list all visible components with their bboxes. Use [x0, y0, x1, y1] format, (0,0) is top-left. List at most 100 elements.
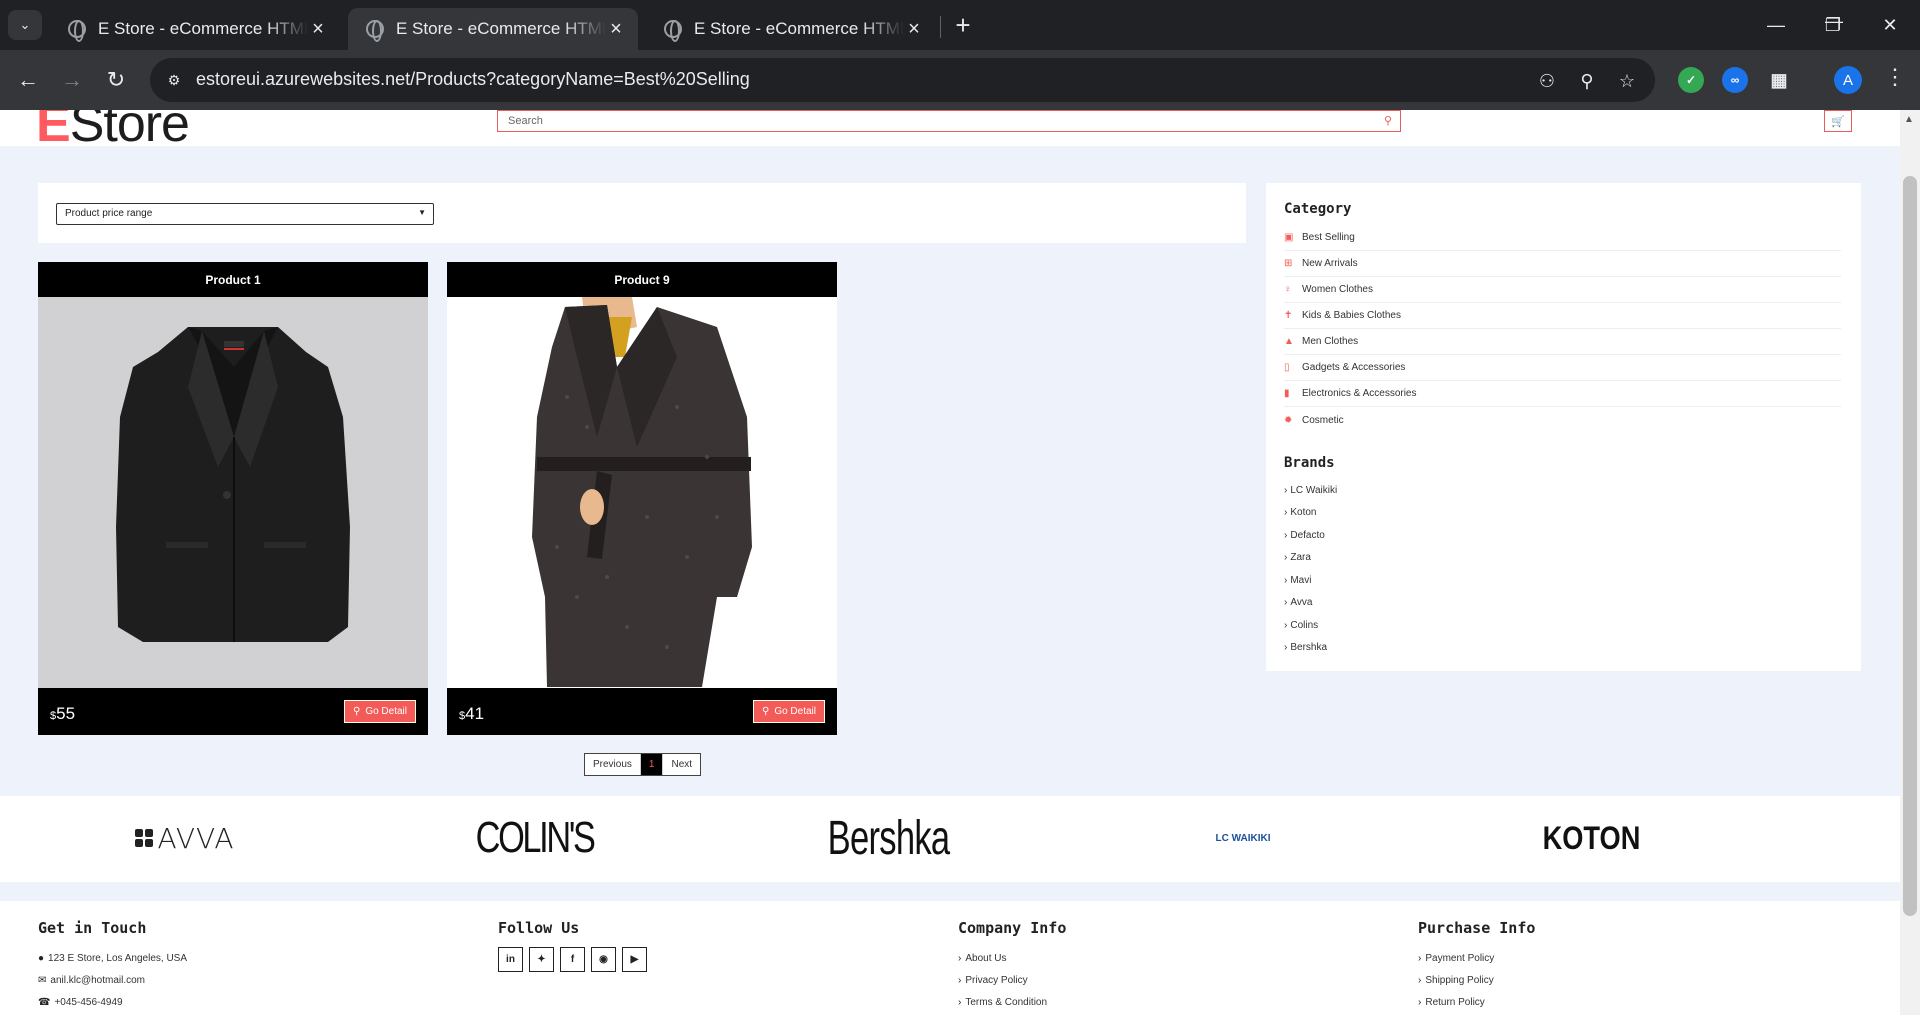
footer-link[interactable]: › Shipping Policy: [1418, 969, 1535, 991]
infinity-extension-icon[interactable]: ∞: [1722, 67, 1748, 93]
browser-menu-icon[interactable]: ⋮: [1880, 64, 1910, 90]
chevron-right-icon: ›: [1284, 529, 1288, 541]
brand-link[interactable]: › LC Waikiki: [1284, 479, 1843, 502]
translate-icon[interactable]: ⚇: [1534, 68, 1560, 94]
browser-tab-active[interactable]: E Store - eCommerce HTML Template ×: [348, 8, 638, 50]
facebook-icon[interactable]: f: [560, 947, 585, 972]
shield-extension-icon[interactable]: ✓: [1678, 67, 1704, 93]
youtube-icon[interactable]: ▶: [622, 947, 647, 972]
brand-link[interactable]: › Avva: [1284, 592, 1843, 615]
category-label: Cosmetic: [1302, 414, 1344, 426]
brand-link[interactable]: › Defacto: [1284, 524, 1843, 547]
tab-search-button[interactable]: ⌄: [8, 10, 42, 40]
brand-link[interactable]: › Bershka: [1284, 637, 1843, 660]
site-header: EStore ⚲ 🛒: [0, 110, 1900, 153]
footer-link[interactable]: › About Us: [958, 947, 1066, 969]
product-card[interactable]: Product 9 $41 ⚲ Go Detail: [447, 262, 837, 735]
category-item-electronics[interactable]: ▮ Electronics & Accessories: [1284, 381, 1841, 407]
search-icon[interactable]: ⚲: [1384, 114, 1392, 127]
product-image-blazer[interactable]: [38, 297, 428, 688]
twitter-icon[interactable]: ✦: [529, 947, 554, 972]
zoom-icon[interactable]: ⚲: [1574, 68, 1600, 94]
go-detail-button[interactable]: ⚲ Go Detail: [752, 700, 825, 723]
footer-link[interactable]: › Payment Policy: [1418, 947, 1535, 969]
category-label: Women Clothes: [1302, 284, 1373, 295]
footer-link-label: Payment Policy: [1425, 952, 1495, 964]
product-title[interactable]: Product 1: [38, 262, 428, 297]
brand-logo-text: COLIN'S: [476, 813, 596, 862]
back-button[interactable]: ←: [12, 64, 44, 96]
browser-tab[interactable]: E Store - eCommerce HTML Template ×: [646, 8, 936, 50]
footer-heading: Purchase Info: [1418, 919, 1536, 937]
product-image-coat[interactable]: [447, 297, 837, 688]
brand-label: Avva: [1290, 597, 1313, 609]
category-item-gadgets[interactable]: ▯ Gadgets & Accessories: [1284, 355, 1841, 381]
category-item-cosmetic[interactable]: ✹ Cosmetic: [1284, 407, 1841, 433]
instagram-icon[interactable]: ◉: [591, 947, 616, 972]
footer-link[interactable]: › Return Policy: [1418, 991, 1535, 1013]
close-icon[interactable]: ×: [308, 18, 328, 41]
category-item-best-selling[interactable]: ▣ Best Selling: [1284, 225, 1841, 251]
brand-logo-avva[interactable]: AVVA: [130, 808, 240, 868]
address-bar[interactable]: ⚙ estoreui.azurewebsites.net/Products?ca…: [150, 58, 1655, 102]
footer-link[interactable]: › Privacy Policy: [958, 969, 1066, 991]
pagination-previous[interactable]: Previous: [585, 754, 641, 775]
close-icon[interactable]: ×: [904, 18, 924, 41]
category-item-men-clothes[interactable]: ▲ Men Clothes: [1284, 329, 1841, 355]
brand-link[interactable]: › Mavi: [1284, 569, 1843, 592]
chevron-right-icon: ›: [1284, 619, 1288, 631]
close-icon[interactable]: ×: [606, 18, 626, 41]
footer-email[interactable]: ✉ anil.klc@hotmail.com: [38, 969, 187, 991]
cart-button[interactable]: 🛒: [1824, 110, 1852, 132]
footer-address: ● 123 E Store, Los Angeles, USA: [38, 947, 187, 969]
restore-window-button[interactable]: ❐: [1813, 10, 1853, 40]
linkedin-icon[interactable]: in: [498, 947, 523, 972]
product-title[interactable]: Product 9: [447, 262, 837, 297]
new-tab-button[interactable]: +: [948, 10, 978, 41]
brand-link[interactable]: › Zara: [1284, 547, 1843, 570]
search-icon: ⚲: [761, 706, 770, 717]
chevron-right-icon: ›: [1284, 507, 1288, 519]
extensions-puzzle-icon[interactable]: ▦: [1766, 67, 1792, 93]
brand-label: Defacto: [1290, 529, 1325, 541]
brand-label: Mavi: [1290, 574, 1312, 586]
search-input[interactable]: [498, 111, 1358, 131]
pagination-page-current[interactable]: 1: [640, 754, 664, 775]
brand-link[interactable]: › Koton: [1284, 502, 1843, 525]
brand-logo-bershka[interactable]: Bershka: [828, 808, 950, 868]
site-settings-icon[interactable]: ⚙: [164, 70, 184, 90]
reload-button[interactable]: ↻: [100, 64, 132, 96]
brand-logo-colins[interactable]: COLIN'S: [476, 808, 596, 868]
forward-button[interactable]: →: [56, 64, 88, 96]
pagination-next[interactable]: Next: [663, 754, 700, 775]
site-logo[interactable]: EStore: [36, 110, 190, 154]
female-icon: ♀: [1284, 284, 1292, 295]
profile-avatar[interactable]: A: [1834, 66, 1862, 94]
search-icon: ⚲: [352, 706, 361, 717]
go-detail-button[interactable]: ⚲ Go Detail: [343, 700, 416, 723]
page-scrollbar[interactable]: ▲: [1900, 110, 1920, 1015]
footer-link[interactable]: › Terms & Condition: [958, 991, 1066, 1013]
scrollbar-thumb[interactable]: [1903, 176, 1917, 916]
chevron-right-icon: ›: [1418, 974, 1422, 986]
category-item-women-clothes[interactable]: ♀ Women Clothes: [1284, 277, 1841, 303]
url-text[interactable]: estoreui.azurewebsites.net/Products?cate…: [196, 69, 750, 90]
brand-logo-koton[interactable]: KOTON: [1542, 808, 1640, 868]
logo-text: Store: [69, 110, 190, 153]
price-range-select[interactable]: Product price range ▼: [56, 203, 434, 225]
category-item-kids-babies[interactable]: ✝ Kids & Babies Clothes: [1284, 303, 1841, 329]
avva-mark-icon: [135, 829, 154, 847]
brand-link[interactable]: › Colins: [1284, 614, 1843, 637]
scroll-up-icon[interactable]: ▲: [1904, 114, 1914, 125]
tab-title: E Store - eCommerce HTML Template: [98, 19, 308, 38]
browser-tab[interactable]: E Store - eCommerce HTML Template ×: [50, 8, 340, 50]
minimize-window-button[interactable]: —: [1756, 10, 1796, 40]
footer-follow-us: Follow Us in ✦ f ◉ ▶: [498, 919, 647, 972]
close-window-button[interactable]: ✕: [1870, 10, 1910, 40]
category-item-new-arrivals[interactable]: ⊞ New Arrivals: [1284, 251, 1841, 277]
bookmark-star-icon[interactable]: ☆: [1614, 68, 1640, 94]
brand-logo-lcwaikiki[interactable]: LC WAIKIKI: [1198, 808, 1288, 868]
footer-phone[interactable]: ☎ +045-456-4949: [38, 991, 187, 1013]
brands-heading: Brands: [1284, 455, 1335, 471]
product-card[interactable]: Product 1 $55 ⚲ Go Detail: [38, 262, 428, 735]
